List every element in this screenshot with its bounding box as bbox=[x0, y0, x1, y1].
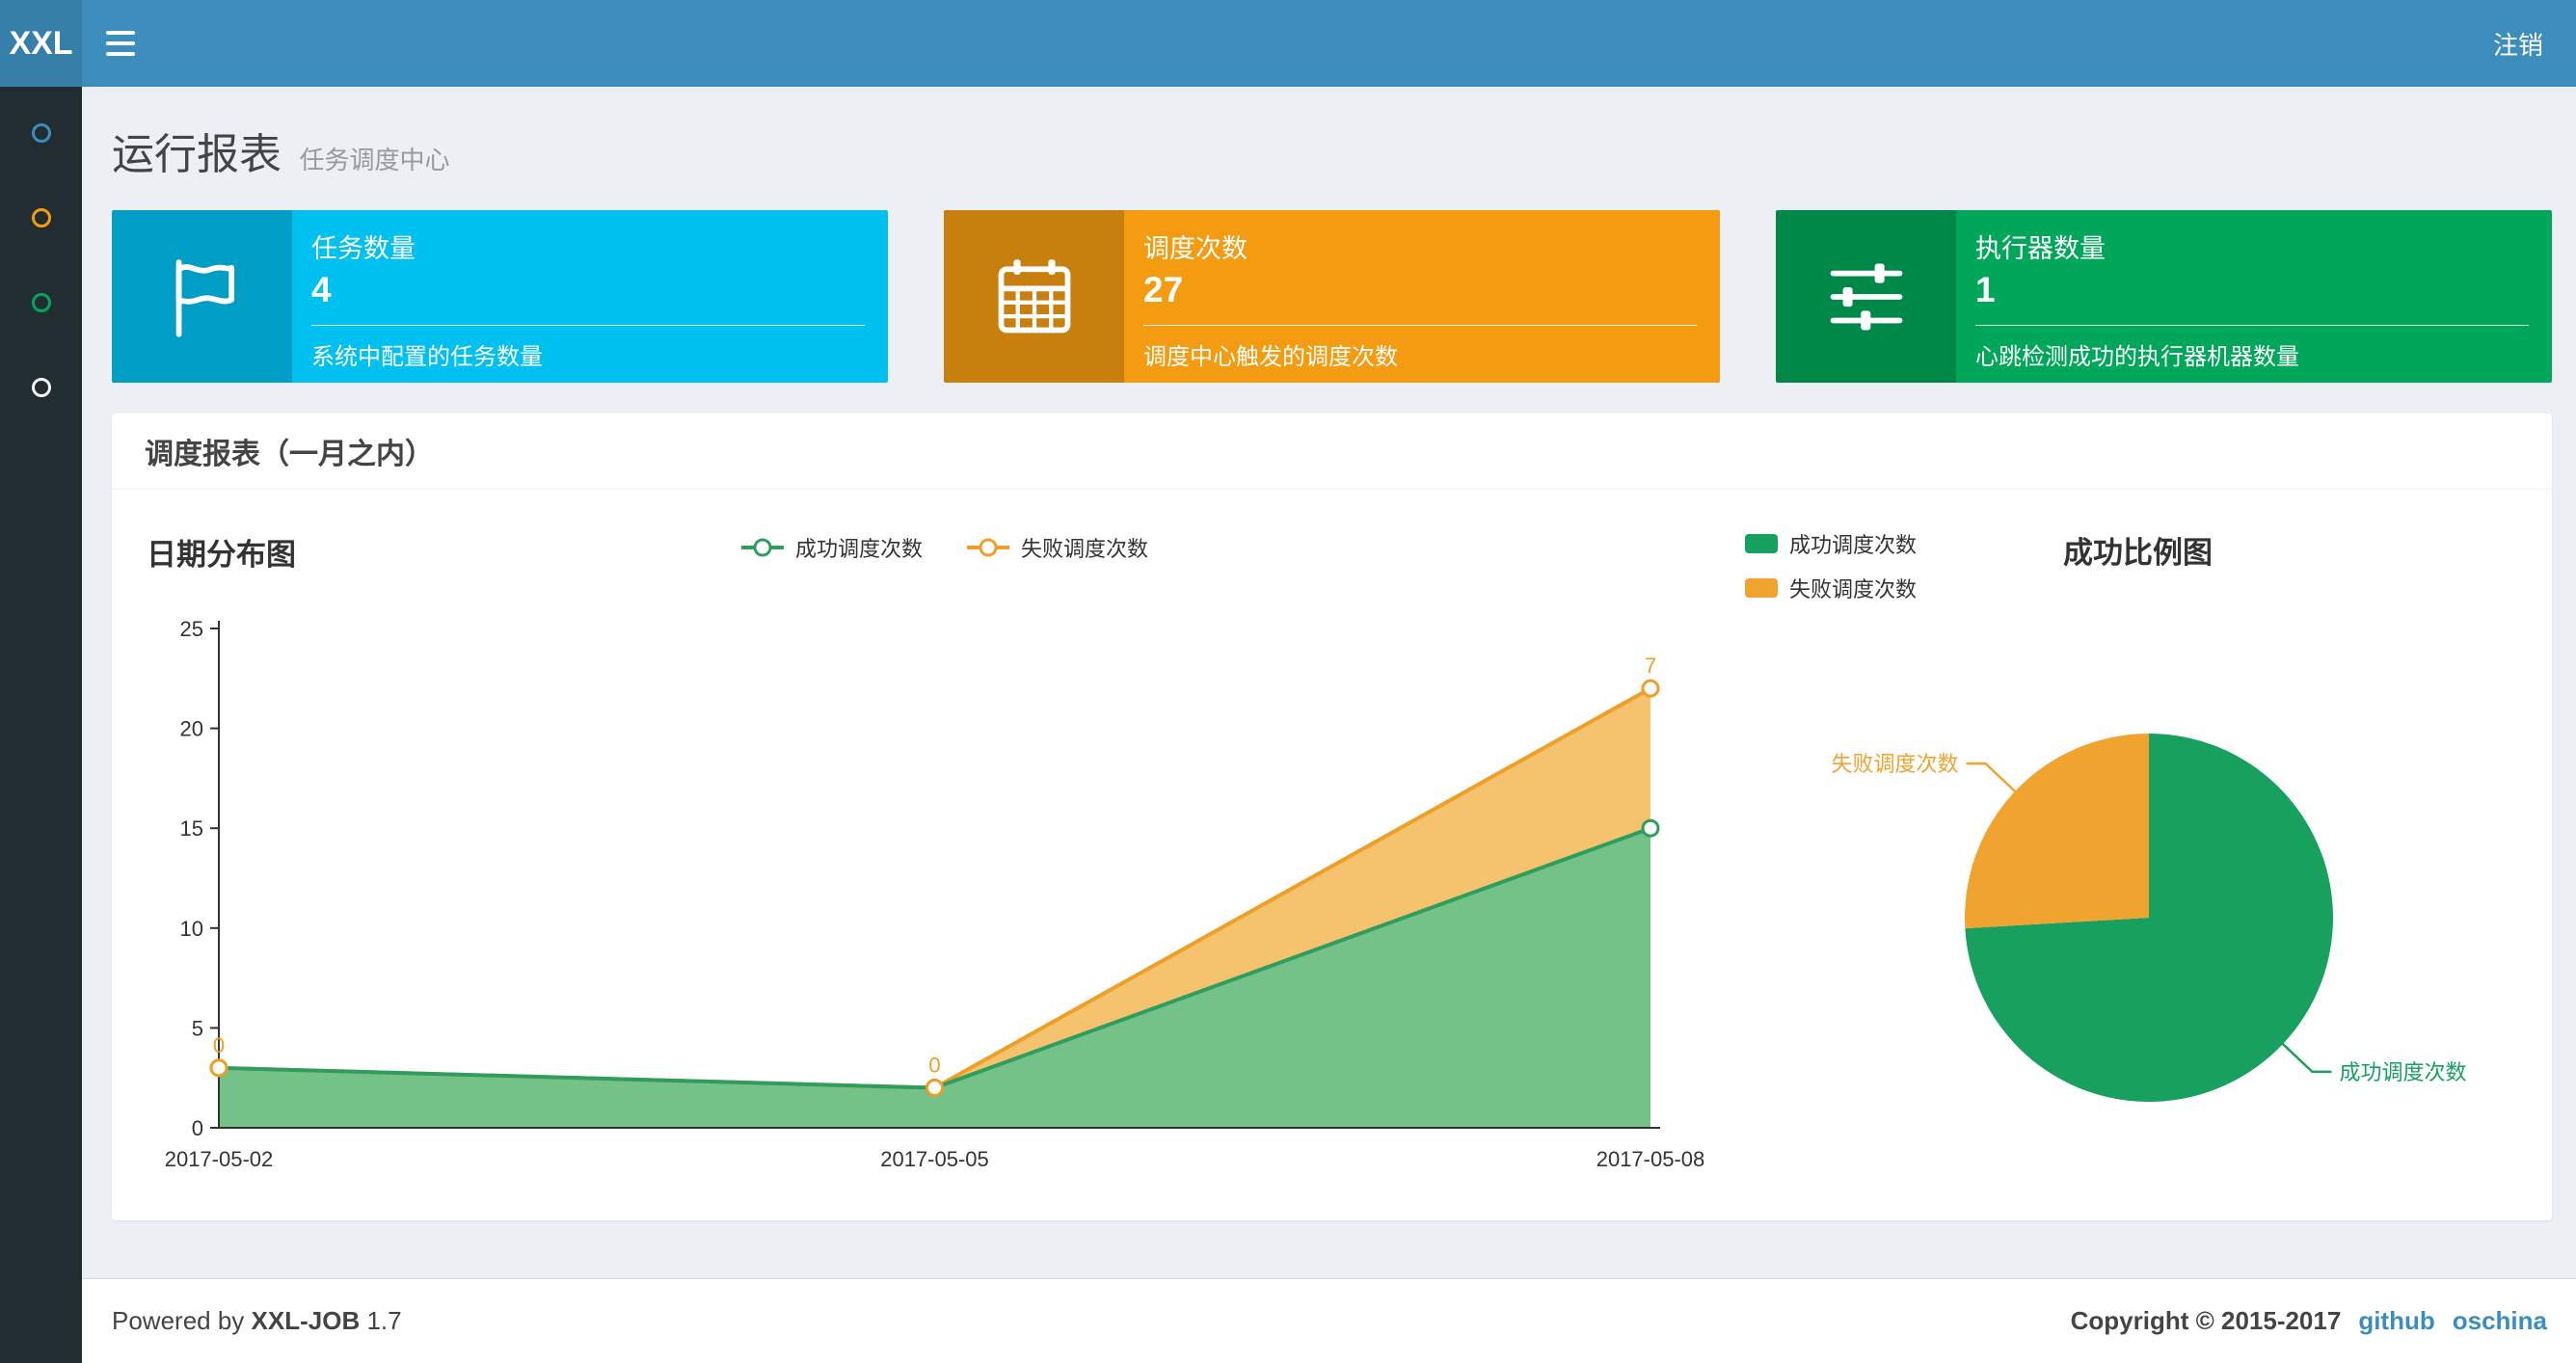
app-logo[interactable]: XXL bbox=[0, 0, 82, 87]
line-marker-icon bbox=[967, 546, 1009, 549]
oschina-link[interactable]: oschina bbox=[2453, 1306, 2547, 1336]
pie-chart: 成功调度次数 失败调度次数 bbox=[1832, 734, 2466, 1102]
swatch-icon bbox=[1745, 578, 1778, 598]
legend-label: 失败调度次数 bbox=[1021, 537, 1149, 561]
navbar-spacer bbox=[159, 0, 2460, 87]
info-box-executors: 执行器数量 1 心跳检测成功的执行器机器数量 bbox=[1776, 210, 2552, 383]
info-box-title: 调度次数 bbox=[1143, 234, 1248, 263]
legend-label: 成功调度次数 bbox=[794, 537, 923, 561]
sidebar-item-menu-joblog[interactable] bbox=[0, 260, 82, 345]
info-box-body: 任务数量 4 系统中配置的任务数量 bbox=[292, 210, 888, 383]
success-point bbox=[1641, 818, 1660, 838]
page-header: 运行报表 任务调度中心 bbox=[112, 87, 2552, 210]
fail-point-label: 0 bbox=[928, 1054, 940, 1078]
line-chart-legend: 成功调度次数 失败调度次数 bbox=[145, 532, 1745, 563]
legend-item-fail[interactable]: 失败调度次数 bbox=[967, 532, 1148, 563]
x-tick-label: 2017-05-05 bbox=[880, 1147, 989, 1171]
swatch-icon bbox=[1745, 534, 1778, 553]
circle-icon bbox=[31, 378, 51, 397]
top-navbar: XXL 注销 bbox=[0, 0, 2576, 87]
github-link[interactable]: github bbox=[2358, 1306, 2434, 1336]
page-title: 运行报表 bbox=[112, 131, 282, 178]
flag-icon bbox=[112, 210, 292, 383]
divider bbox=[1143, 325, 1697, 326]
hamburger-icon bbox=[106, 52, 135, 56]
pie-slice-label: 成功调度次数 bbox=[2339, 1060, 2466, 1084]
calendar-icon bbox=[944, 210, 1124, 383]
line-marker-icon bbox=[740, 546, 784, 549]
pie-chart-title: 成功比例图 bbox=[2063, 536, 2213, 570]
product-version: 1.7 bbox=[366, 1306, 402, 1335]
main-wrapper: 运行报表 任务调度中心 任务数量 4 系统中配置的任务数量 调度次数 27 调度… bbox=[82, 0, 2576, 1278]
x-tick-label: 2017-05-02 bbox=[165, 1147, 274, 1171]
info-box-value: 4 bbox=[311, 270, 332, 309]
product-name: XXL-JOB bbox=[251, 1306, 361, 1335]
legend-item-success[interactable]: 成功调度次数 bbox=[740, 532, 923, 563]
logout-button[interactable]: 注销 bbox=[2460, 0, 2576, 87]
info-box-jobs: 任务数量 4 系统中配置的任务数量 bbox=[112, 210, 888, 383]
hamburger-icon bbox=[106, 41, 135, 45]
y-tick-label: 15 bbox=[180, 816, 203, 841]
content-area: 运行报表 任务调度中心 任务数量 4 系统中配置的任务数量 调度次数 27 调度… bbox=[82, 87, 2576, 1220]
y-tick-label: 0 bbox=[192, 1116, 203, 1140]
sidebar-toggle-button[interactable] bbox=[82, 0, 159, 87]
y-tick-label: 25 bbox=[180, 617, 203, 641]
footer-right: Copyright © 2015-2017 github oschina bbox=[2071, 1306, 2547, 1336]
info-box-description: 系统中配置的任务数量 bbox=[311, 344, 543, 370]
pie-chart-legend: 成功调度次数 失败调度次数 bbox=[1745, 528, 1917, 603]
panel-body: 日期分布图 成功调度次数 失败调度次数 0 5 10 15 20 25 2017-05-02… bbox=[112, 490, 2552, 1220]
y-tick-label: 10 bbox=[180, 917, 203, 941]
page-subtitle: 任务调度中心 bbox=[299, 146, 450, 174]
powered-by: Powered by XXL-JOB 1.7 bbox=[112, 1306, 402, 1336]
sidebar-item-menu-jobinfo[interactable] bbox=[0, 175, 82, 260]
y-tick-label: 20 bbox=[180, 717, 203, 741]
info-box-title: 任务数量 bbox=[311, 234, 416, 263]
copyright-text: Copyright © 2015-2017 bbox=[2070, 1306, 2342, 1335]
circle-icon bbox=[31, 293, 51, 312]
collapsed-sidebar bbox=[0, 87, 82, 1363]
powered-prefix: Powered by bbox=[112, 1306, 245, 1335]
fail-point-label: 7 bbox=[1645, 654, 1656, 678]
circle-icon bbox=[31, 208, 51, 227]
pie-slice bbox=[1965, 734, 2149, 929]
info-box-body: 调度次数 27 调度中心触发的调度次数 bbox=[1124, 210, 1720, 383]
date-distribution-chart: 日期分布图 成功调度次数 失败调度次数 0 5 10 15 20 25 2017-05-02… bbox=[145, 522, 1745, 1188]
pie-slice-label: 失败调度次数 bbox=[1832, 752, 1959, 776]
line-area-chart: 05101520252017-05-02 2017-05-05 2017-05-08… bbox=[165, 617, 1705, 1171]
fail-point bbox=[209, 1058, 228, 1078]
y-tick-label: 5 bbox=[192, 1016, 203, 1040]
divider bbox=[1975, 325, 2529, 326]
pie-leader-line bbox=[2280, 1041, 2332, 1074]
info-box-description: 调度中心触发的调度次数 bbox=[1143, 344, 1398, 370]
fail-point bbox=[1641, 679, 1660, 698]
legend-label: 成功调度次数 bbox=[1789, 533, 1918, 557]
info-box-value: 27 bbox=[1143, 270, 1184, 309]
info-box-value: 1 bbox=[1975, 270, 1996, 309]
sidebar-item-menu-dashboard[interactable] bbox=[0, 91, 82, 175]
legend-label: 失败调度次数 bbox=[1789, 577, 1918, 601]
sidebar-item-menu-help[interactable] bbox=[0, 345, 82, 430]
info-box-description: 心跳检测成功的执行器机器数量 bbox=[1975, 344, 2299, 370]
legend-item-fail[interactable]: 失败调度次数 bbox=[1745, 573, 1917, 603]
hamburger-icon bbox=[106, 31, 135, 35]
x-tick-label: 2017-05-08 bbox=[1597, 1147, 1705, 1171]
fail-point-label: 0 bbox=[213, 1033, 225, 1057]
fail-point bbox=[926, 1079, 944, 1098]
report-panel: 调度报表（一月之内） 日期分布图 成功调度次数 失败调度次数 0 5 10 15… bbox=[112, 414, 2552, 1220]
success-ratio-chart: 成功调度次数 失败调度次数 成功比例图 成功调度次数 失败调度次数 bbox=[1745, 522, 2519, 1188]
divider bbox=[311, 325, 865, 326]
circle-icon bbox=[31, 123, 51, 143]
sliders-icon bbox=[1776, 210, 1956, 383]
info-box-row: 任务数量 4 系统中配置的任务数量 调度次数 27 调度中心触发的调度次数 执行… bbox=[112, 210, 2552, 383]
info-box-body: 执行器数量 1 心跳检测成功的执行器机器数量 bbox=[1956, 210, 2552, 383]
info-box-triggers: 调度次数 27 调度中心触发的调度次数 bbox=[944, 210, 1720, 383]
legend-item-success[interactable]: 成功调度次数 bbox=[1745, 528, 1917, 559]
panel-title: 调度报表（一月之内） bbox=[112, 414, 2552, 490]
info-box-title: 执行器数量 bbox=[1975, 234, 2106, 263]
pie-leader-line bbox=[1966, 762, 2018, 794]
page-footer: Powered by XXL-JOB 1.7 Copyright © 2015-… bbox=[82, 1278, 2576, 1363]
